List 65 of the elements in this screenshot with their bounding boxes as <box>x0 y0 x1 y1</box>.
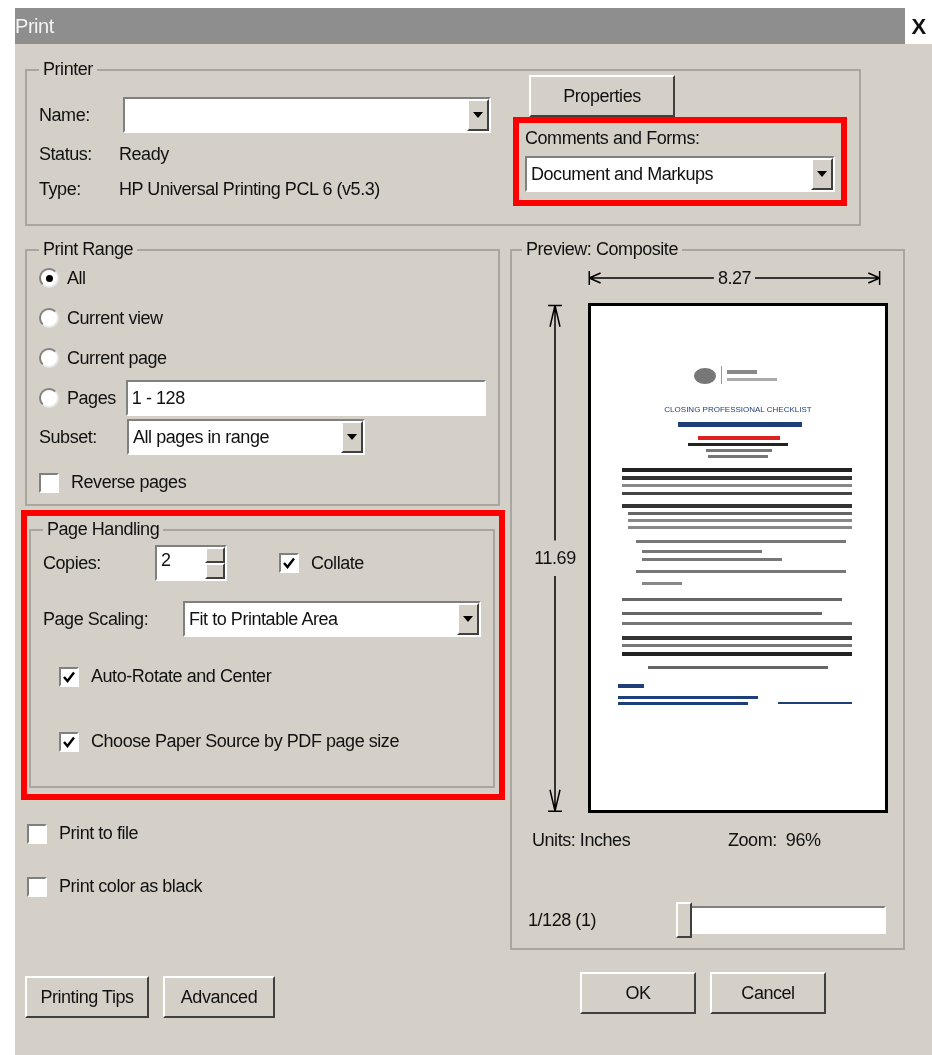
dropdown-arrow-button[interactable] <box>467 99 489 131</box>
checkbox-label: Print to file <box>59 822 139 845</box>
subset-dropdown[interactable]: All pages in range <box>127 419 365 455</box>
dialog-button[interactable]: Properties <box>529 75 675 117</box>
dropdown-arrow-button[interactable] <box>457 603 479 635</box>
checkbox[interactable] <box>27 876 47 897</box>
type-value: HP Universal Printing PCL 6 (v5.3) <box>119 178 380 201</box>
field-label: Page Scaling: <box>43 607 150 631</box>
radio-button[interactable] <box>39 348 59 368</box>
checkbox[interactable] <box>39 472 59 493</box>
checkbox[interactable] <box>279 553 299 573</box>
checkmark-icon <box>63 735 75 748</box>
width-dimension: 8.27 <box>716 266 753 290</box>
dialog-button[interactable]: Advanced <box>163 976 275 1018</box>
radio-label: All <box>67 266 86 290</box>
checkbox-label: Choose Paper Source by PDF page size <box>91 730 399 753</box>
field-label: Comments and Forms: <box>525 127 701 150</box>
copies-spinner[interactable]: 2 <box>155 545 227 581</box>
height-dimension: 11.69 <box>534 546 576 570</box>
checkbox[interactable] <box>59 731 79 752</box>
caret-icon <box>817 171 827 177</box>
status-value: Ready <box>119 143 169 166</box>
page-counter: 1/128 (1) <box>528 908 597 932</box>
group-title: Printer <box>42 58 94 81</box>
checkbox[interactable] <box>59 666 79 687</box>
spin-down-button[interactable] <box>205 563 225 579</box>
zoom-label: Zoom: 96% <box>728 829 821 852</box>
dialog-button[interactable]: Cancel <box>710 972 826 1014</box>
checkbox-label: Collate <box>311 551 364 575</box>
page-scaling-dropdown[interactable]: Fit to Printable Area <box>183 601 481 637</box>
caret-icon <box>347 434 357 440</box>
group-title: Page Handling <box>46 518 161 541</box>
slider-thumb[interactable] <box>676 902 692 938</box>
checkbox[interactable] <box>27 823 47 844</box>
dialog-button[interactable]: OK <box>580 972 696 1014</box>
checkbox-label: Print color as black <box>59 875 203 898</box>
checkbox-label: Auto-Rotate and Center <box>91 665 272 688</box>
radio-label: Current view <box>67 306 163 330</box>
field-label: Copies: <box>43 551 102 575</box>
dropdown-arrow-button[interactable] <box>811 158 833 190</box>
printer-name-dropdown[interactable] <box>123 97 491 133</box>
pages-input[interactable]: 1 - 128 <box>125 380 486 416</box>
radio-button[interactable] <box>39 308 59 328</box>
caret-icon <box>473 112 483 118</box>
radio-label: Current page <box>67 346 167 370</box>
window-title: Print <box>15 14 54 39</box>
radio-button[interactable] <box>39 388 59 408</box>
spin-up-button[interactable] <box>205 547 225 563</box>
document-heading: CLOSING PROFESSIONAL CHECKLIST <box>664 404 812 416</box>
radio-button[interactable] <box>39 268 59 288</box>
dialog-button[interactable]: Printing Tips <box>25 976 149 1018</box>
field-label: Subset: <box>39 425 98 449</box>
field-label: Type: <box>39 178 82 201</box>
field-label: Name: <box>39 103 91 127</box>
checkmark-icon <box>63 670 75 683</box>
comments-dropdown[interactable]: Document and Markups <box>525 156 835 192</box>
group-title: Print Range <box>42 238 135 261</box>
radio-label: Pages <box>67 386 116 410</box>
group-title: Preview: Composite <box>525 238 679 261</box>
field-label: Status: <box>39 143 93 166</box>
dropdown-arrow-button[interactable] <box>341 421 363 453</box>
units-label: Units: Inches <box>532 829 632 852</box>
checkbox-label: Reverse pages <box>71 471 187 494</box>
checkmark-icon <box>283 557 295 569</box>
caret-icon <box>463 616 473 622</box>
